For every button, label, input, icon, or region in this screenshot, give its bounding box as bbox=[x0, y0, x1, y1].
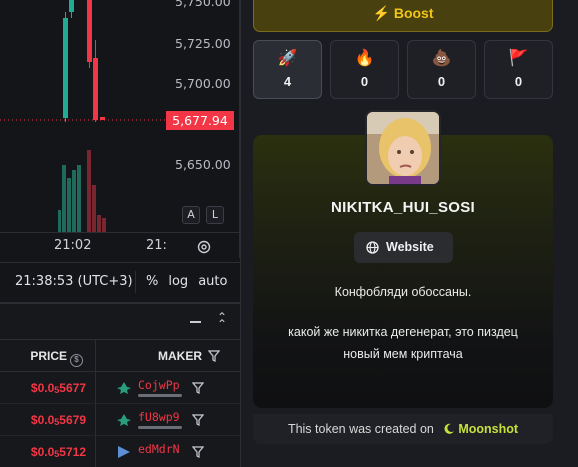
trade-maker: edMdrN bbox=[96, 436, 240, 467]
reaction-count: 0 bbox=[437, 74, 446, 89]
token-description-line: новый мем криптача bbox=[343, 347, 463, 361]
volume-bar bbox=[58, 210, 61, 232]
filter-icon[interactable] bbox=[192, 381, 204, 394]
minimize-icon[interactable] bbox=[190, 321, 201, 323]
reaction-poop[interactable]: 💩 0 bbox=[407, 40, 476, 99]
poop-icon: 💩 bbox=[431, 50, 452, 67]
globe-icon bbox=[366, 241, 379, 254]
time-axis: 21:02 21: bbox=[0, 232, 240, 258]
footer-text: This token was created on bbox=[287, 422, 434, 436]
left-pane: 5,750.00 5,725.00 5,700.00 5,650.00 5,67… bbox=[0, 0, 240, 467]
website-label: Website bbox=[386, 240, 434, 254]
fire-icon: 🔥 bbox=[354, 50, 375, 67]
boost-label: Boost bbox=[393, 5, 434, 21]
boost-button[interactable]: ⚡ Boost bbox=[253, 0, 553, 32]
trades-toolbar: ⌃ ⌃ bbox=[0, 304, 240, 340]
price-header-label: PRICE bbox=[30, 348, 67, 363]
maker-balance-bar bbox=[138, 393, 182, 397]
reaction-count: 0 bbox=[514, 74, 523, 89]
reaction-count: 4 bbox=[283, 74, 292, 89]
chart-toolbar: 21:38:53 (UTC+3) % log auto bbox=[0, 262, 240, 300]
filter-icon[interactable] bbox=[192, 413, 204, 426]
token-avatar bbox=[365, 110, 441, 186]
volume-bar bbox=[87, 150, 91, 232]
price-axis-label: 5,750.00 bbox=[175, 0, 231, 9]
creation-footer: This token was created on Moonshot bbox=[253, 414, 553, 444]
moonshot-link[interactable]: Moonshot bbox=[458, 422, 518, 436]
price-axis-label: 5,725.00 bbox=[175, 36, 231, 51]
price-column-header[interactable]: PRICE $ bbox=[0, 339, 96, 372]
maker-avatar-icon bbox=[117, 413, 131, 426]
gear-icon[interactable] bbox=[196, 239, 212, 255]
reaction-rocket[interactable]: 🚀 4 bbox=[253, 40, 322, 99]
clock-readout[interactable]: 21:38:53 (UTC+3) bbox=[0, 270, 136, 293]
dollar-coin-icon[interactable]: $ bbox=[70, 353, 83, 367]
maker-avatar-icon bbox=[118, 445, 130, 458]
volume-bar bbox=[62, 165, 66, 232]
volume-bar bbox=[67, 178, 71, 232]
maker-header-label: MAKER bbox=[158, 348, 202, 363]
reaction-flag[interactable]: 🚩 0 bbox=[484, 40, 553, 99]
price-axis-label: 5,650.00 bbox=[175, 157, 231, 172]
flag-icon: 🚩 bbox=[508, 50, 529, 67]
maker-balance-bar bbox=[138, 425, 182, 429]
trade-price: $0.055712 bbox=[0, 435, 96, 467]
candle bbox=[100, 117, 105, 120]
token-description-line: какой же никитка дегенерат, это пиздец bbox=[288, 325, 518, 339]
trades-header: PRICE $ MAKER bbox=[0, 339, 240, 372]
volume-bar bbox=[72, 170, 76, 232]
volume-bar bbox=[92, 185, 96, 232]
table-row[interactable]: $0.055679 fU8wp9 bbox=[0, 403, 240, 436]
rocket-icon: 🚀 bbox=[277, 50, 298, 67]
table-row[interactable]: $0.055712 edMdrN bbox=[0, 435, 240, 467]
volume-bar bbox=[102, 218, 106, 232]
trade-price: $0.055677 bbox=[0, 371, 96, 404]
price-axis-label: 5,700.00 bbox=[175, 76, 231, 91]
token-description-line: Конфобляди обоссаны. bbox=[334, 285, 472, 299]
percent-toggle[interactable]: % bbox=[146, 274, 158, 289]
volume-bar bbox=[77, 165, 81, 232]
log-scale-button[interactable]: L bbox=[206, 206, 224, 224]
token-image bbox=[367, 112, 439, 184]
auto-toggle[interactable]: auto bbox=[198, 274, 227, 289]
maker-avatar-icon bbox=[117, 381, 131, 394]
expand-icon[interactable]: ⌃ ⌃ bbox=[217, 311, 227, 330]
website-button[interactable]: Website bbox=[354, 232, 453, 263]
reaction-fire[interactable]: 🔥 0 bbox=[330, 40, 399, 99]
token-info-panel: ⚡ Boost 🚀 4 🔥 0 💩 0 🚩 0 NIKITKA_HUI_SOSI… bbox=[240, 0, 578, 467]
current-price-label: 5,677.94 bbox=[166, 111, 234, 130]
table-row[interactable]: $0.055677 CojwPp bbox=[0, 371, 240, 404]
auto-scale-button[interactable]: A bbox=[182, 206, 200, 224]
trades-panel: ⌃ ⌃ PRICE $ MAKER $0.055677 CojwPp $0.05… bbox=[0, 302, 240, 467]
lightning-icon: ⚡ bbox=[372, 5, 390, 21]
volume-bar bbox=[97, 215, 101, 232]
maker-address[interactable]: edMdrN bbox=[138, 442, 180, 456]
maker-column-header[interactable]: MAKER bbox=[96, 340, 240, 372]
filter-icon[interactable] bbox=[192, 445, 204, 458]
trade-maker: fU8wp9 bbox=[96, 404, 240, 436]
log-toggle[interactable]: log bbox=[168, 274, 188, 289]
trade-price: $0.055679 bbox=[0, 403, 96, 436]
token-name: NIKITKA_HUI_SOSI bbox=[331, 199, 475, 216]
trade-maker: CojwPp bbox=[96, 372, 240, 404]
reactions-bar: 🚀 4 🔥 0 💩 0 🚩 0 bbox=[253, 40, 553, 99]
moon-icon bbox=[444, 423, 455, 434]
time-tick: 21: bbox=[146, 238, 167, 253]
filter-icon[interactable] bbox=[208, 349, 220, 362]
reaction-count: 0 bbox=[360, 74, 369, 89]
time-tick: 21:02 bbox=[54, 238, 92, 253]
maker-address[interactable]: fU8wp9 bbox=[138, 410, 180, 424]
maker-address[interactable]: CojwPp bbox=[138, 378, 180, 392]
price-chart[interactable]: 5,750.00 5,725.00 5,700.00 5,650.00 5,67… bbox=[0, 0, 240, 232]
